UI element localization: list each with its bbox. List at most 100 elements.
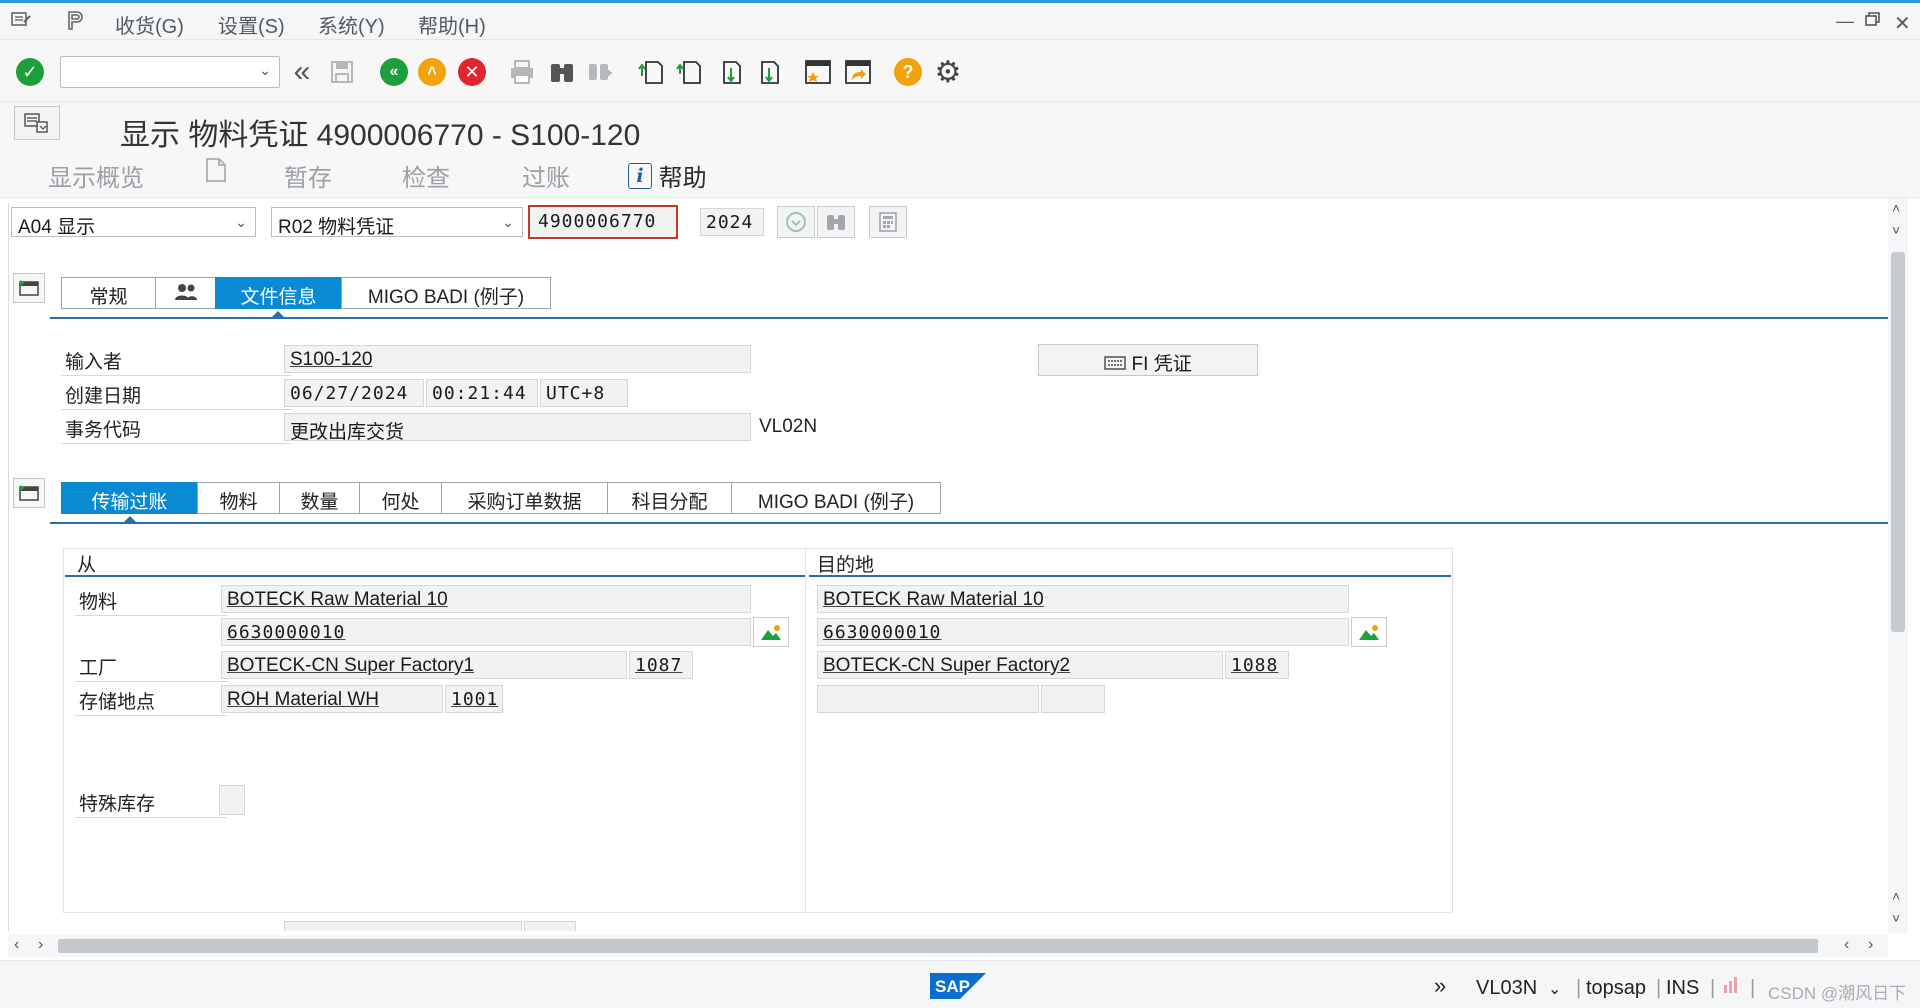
- document-icon[interactable]: [204, 156, 228, 191]
- scroll-up-icon[interactable]: ˄: [1892, 888, 1900, 904]
- created-time-field[interactable]: 00:21:44: [426, 379, 538, 407]
- horizontal-scroll-thumb[interactable]: [58, 939, 1818, 953]
- back-icon[interactable]: «: [378, 56, 410, 88]
- tab-where[interactable]: 何处: [359, 482, 441, 514]
- scroll-right-icon[interactable]: ›: [38, 936, 43, 954]
- action-dropdown[interactable]: A04 显示 ⌄: [11, 207, 256, 238]
- created-date-field[interactable]: 06/27/2024: [284, 379, 424, 407]
- fi-document-button[interactable]: FI 凭证: [1038, 344, 1258, 376]
- chevron-down-icon[interactable]: ⌄: [259, 62, 271, 79]
- menu-settings[interactable]: 设置(S): [218, 10, 285, 39]
- to-plant-desc-field[interactable]: BOTECK-CN Super Factory2: [817, 651, 1223, 679]
- save-icon[interactable]: [326, 56, 358, 88]
- vertical-scrollbar[interactable]: ˄ ˅ ˄ ˅: [1888, 198, 1908, 934]
- close-window-icon[interactable]: ✕: [1894, 11, 1911, 36]
- tab-doc-info[interactable]: 文件信息: [215, 277, 341, 309]
- header-collapse-icon[interactable]: [13, 273, 45, 303]
- pin-icon[interactable]: [64, 9, 86, 36]
- standard-toolbar: ✓ ⌄ « « ˄ ✕ ? ⚙: [0, 40, 1920, 102]
- chevron-down-icon[interactable]: ⌄: [1548, 979, 1561, 999]
- last-page-icon[interactable]: [752, 56, 784, 88]
- reference-dropdown[interactable]: R02 物料凭证 ⌄: [271, 207, 523, 238]
- check-button[interactable]: 检查: [402, 158, 450, 193]
- from-material-no-field[interactable]: 6630000010: [221, 618, 751, 646]
- menu-goods-receipt[interactable]: 收货(G): [115, 10, 184, 39]
- post-button[interactable]: 过账: [522, 158, 570, 193]
- minimize-icon[interactable]: —: [1836, 11, 1854, 32]
- scroll-right-icon[interactable]: ›: [1868, 936, 1873, 954]
- execute-icon[interactable]: [777, 206, 815, 238]
- scroll-left-icon[interactable]: ‹: [1844, 936, 1849, 954]
- to-sloc-code-field[interactable]: [1041, 685, 1105, 713]
- partners-icon: [174, 284, 197, 300]
- menu-toggle-icon[interactable]: [14, 106, 60, 140]
- back-double-icon[interactable]: «: [286, 55, 318, 88]
- find-next-icon[interactable]: [584, 56, 616, 88]
- print-icon[interactable]: [506, 56, 538, 88]
- header-tabstrip: 常规 文件信息 MIGO BADI (例子): [61, 277, 561, 309]
- enter-icon[interactable]: ✓: [14, 56, 46, 88]
- tcode-text-field[interactable]: 更改出库交货: [284, 413, 751, 441]
- restore-icon[interactable]: [1864, 11, 1882, 32]
- from-sloc-desc-field[interactable]: ROH Material WH: [221, 685, 443, 713]
- year-input[interactable]: 2024: [700, 208, 764, 236]
- tab-transfer-posting[interactable]: 传输过账: [61, 482, 197, 514]
- to-sloc-desc-field[interactable]: [817, 685, 1039, 713]
- from-material-no-value: 6630000010: [227, 622, 346, 643]
- scroll-left-icon[interactable]: ‹: [14, 936, 19, 954]
- tab-po-data[interactable]: 采购订单数据: [441, 482, 607, 514]
- exit-icon[interactable]: ˄: [416, 56, 448, 88]
- tab-account-assignment[interactable]: 科目分配: [607, 482, 731, 514]
- command-field[interactable]: ⌄: [60, 56, 280, 88]
- shortcut-icon[interactable]: [842, 56, 874, 88]
- help-button[interactable]: i 帮助: [628, 158, 707, 193]
- label-underline: [75, 681, 227, 682]
- help-icon[interactable]: ?: [892, 56, 924, 88]
- from-material-image-icon[interactable]: [753, 617, 789, 647]
- to-material-desc-field[interactable]: BOTECK Raw Material 10: [817, 585, 1349, 613]
- from-sloc-code-field[interactable]: 1001: [445, 685, 503, 713]
- to-material-no-field[interactable]: 6630000010: [817, 618, 1349, 646]
- menu-help[interactable]: 帮助(H): [418, 10, 486, 39]
- calculator-icon[interactable]: [869, 206, 907, 238]
- tab-general[interactable]: 常规: [61, 277, 155, 309]
- tab-material[interactable]: 物料: [197, 482, 279, 514]
- cut-off-field[interactable]: [524, 921, 576, 931]
- find-icon[interactable]: [817, 206, 855, 238]
- next-page-icon[interactable]: [714, 56, 746, 88]
- cut-off-field[interactable]: [284, 921, 522, 931]
- scroll-down-icon[interactable]: ˅: [1892, 222, 1900, 238]
- from-plant-code-field[interactable]: 1087: [629, 651, 693, 679]
- doc-number-input[interactable]: 4900006770: [528, 205, 678, 239]
- prev-page-icon[interactable]: [674, 56, 706, 88]
- tab-quantity[interactable]: 数量: [279, 482, 359, 514]
- scroll-down-icon[interactable]: ˅: [1892, 910, 1900, 926]
- menu-icon[interactable]: [10, 10, 32, 35]
- menu-system[interactable]: 系统(Y): [318, 10, 385, 39]
- command-input[interactable]: [61, 57, 251, 87]
- find-icon[interactable]: [546, 56, 578, 88]
- first-page-icon[interactable]: [636, 56, 668, 88]
- show-overview-button[interactable]: 显示概览: [48, 158, 144, 193]
- settings-icon[interactable]: ⚙: [932, 56, 964, 89]
- timezone-field[interactable]: UTC+8: [540, 379, 628, 407]
- tab-partners[interactable]: [155, 277, 215, 309]
- cancel-icon[interactable]: ✕: [456, 56, 488, 88]
- tab-migo-badi[interactable]: MIGO BADI (例子): [341, 277, 551, 309]
- scroll-up-icon[interactable]: ˄: [1892, 200, 1900, 216]
- entered-by-field[interactable]: S100-120: [284, 345, 751, 373]
- from-material-desc-field[interactable]: BOTECK Raw Material 10: [221, 585, 751, 613]
- performance-icon[interactable]: [1722, 975, 1740, 1000]
- from-plant-desc-field[interactable]: BOTECK-CN Super Factory1: [221, 651, 627, 679]
- vertical-scroll-thumb[interactable]: [1891, 252, 1905, 632]
- item-collapse-icon[interactable]: [13, 478, 45, 508]
- horizontal-scrollbar[interactable]: ‹ › ‹ ›: [8, 935, 1888, 957]
- expand-status-icon[interactable]: »: [1434, 973, 1446, 999]
- create-session-icon[interactable]: [802, 56, 834, 88]
- to-plant-code-field[interactable]: 1088: [1225, 651, 1289, 679]
- tab-item-migo-badi[interactable]: MIGO BADI (例子): [731, 482, 941, 514]
- header-tab-underline: [50, 317, 1888, 319]
- to-material-image-icon[interactable]: [1351, 617, 1387, 647]
- hold-button[interactable]: 暂存: [284, 158, 332, 193]
- special-stock-field[interactable]: [219, 785, 245, 815]
